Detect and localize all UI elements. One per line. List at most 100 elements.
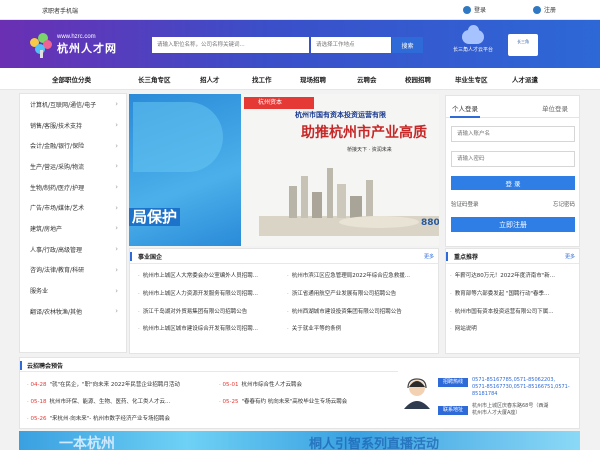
keyword-search-input[interactable] [152, 37, 309, 53]
recommend-panel: 重点推荐 更多 年薪可达80万元！2022年度济南市"新... 教育部等六部委发… [445, 248, 580, 354]
list-item[interactable]: 网站说明 [450, 324, 578, 332]
address-text: 杭州市上城区庆春东路68号（西湖 杭州市人才大厦A座） [472, 403, 549, 416]
category-item[interactable]: 翻译/农林牧渔/其他 › [20, 301, 126, 322]
event-item[interactable]: 05-01杭州市综合性人才云聘会 [219, 380, 302, 388]
list-item[interactable]: 杭州市滨江区应急管理局2022年综合应急救援... [287, 271, 437, 279]
list-item[interactable]: 杭州市上城区人大常委会办公室编外人员招聘... [138, 271, 286, 279]
hotline-numbers: 0571-85167785,0571-85062203, 0571-851677… [472, 377, 570, 397]
forgot-password-link[interactable]: 忘记密码 [553, 200, 575, 208]
nav-graduates[interactable]: 毕业生专区 [455, 74, 488, 84]
register-link[interactable]: 注册 [533, 5, 556, 14]
more-link[interactable]: 更多 [424, 253, 434, 260]
banner-headline: 助推杭州市产业高质 [301, 125, 427, 141]
username-input[interactable] [451, 126, 575, 142]
banner-slogan: 桥接天下 · 资润未来 [347, 147, 392, 153]
chevron-right-icon: › [115, 245, 118, 254]
login-label[interactable]: 登录 [474, 5, 486, 14]
location-select-input[interactable] [311, 37, 391, 53]
panel-title: 重点推荐 [446, 252, 478, 261]
panel-title: 事业国企 [130, 252, 162, 261]
password-input[interactable] [451, 151, 575, 167]
tab-company-login[interactable]: 单位登录 [542, 103, 568, 113]
list-item[interactable]: 杭州市上城区人力资源开发服务有限公司招聘... [138, 289, 286, 297]
code-login-link[interactable]: 验证码登录 [451, 200, 479, 208]
cloud-platform-link[interactable]: 长三角人才云平台 [448, 25, 498, 62]
chevron-right-icon: › [115, 286, 118, 295]
register-label[interactable]: 注册 [544, 5, 556, 14]
category-item[interactable]: 生物/制药/医疗/护理 › [20, 177, 126, 198]
chevron-right-icon: › [115, 141, 118, 150]
list-item[interactable]: 教育部等六部委发起 "国聘行动"春季... [450, 289, 578, 297]
login-link[interactable]: 登录 [463, 5, 486, 14]
category-item[interactable]: 计算机/互联网/通信/电子 › [20, 94, 126, 115]
nav-find-job[interactable]: 找工作 [252, 74, 272, 84]
category-item[interactable]: 建筑/房地产 › [20, 218, 126, 239]
chevron-right-icon: › [115, 183, 118, 192]
section-title: 云招聘会预告 [20, 361, 63, 370]
list-item[interactable]: 杭州西湖城市建设投资集团有限公司招聘公告 [287, 307, 437, 315]
tree-logo-icon [28, 32, 54, 58]
chevron-right-icon: › [115, 121, 118, 130]
list-item[interactable]: 年薪可达80万元！2022年度济南市"新... [450, 271, 578, 279]
cloud-platform-label: 长三角人才云平台 [452, 47, 493, 53]
bottom-banner-text: 桐人引智系列直播活动 [309, 437, 440, 450]
category-item[interactable]: 会计/金融/银行/保险 › [20, 135, 126, 156]
logo-name: 杭州人才网 [57, 42, 117, 55]
event-item[interactable]: 05-25"春春有约 杭向未来"高校毕业生专场云聘会 [219, 397, 347, 405]
shiye-panel: 事业国企 更多 杭州市上城区人大常委会办公室编外人员招聘... 杭州市上城区人力… [129, 248, 439, 354]
list-item[interactable]: 浙江省通用航空产业发展有限公司招聘公告 [287, 289, 437, 297]
event-item[interactable]: 04-28"就"在民企，"职"向未来 2022年民营企业招聘月活动 [27, 380, 180, 388]
chevron-right-icon: › [115, 224, 118, 233]
partner-logo[interactable]: 长三角 [508, 34, 538, 56]
nav-dispatch[interactable]: 人才派遣 [512, 74, 538, 84]
list-item[interactable]: 杭州市上城区城市建设综合开发有限公司招聘... [138, 324, 286, 332]
list-item[interactable]: 浙江千岛湖对外贸易集团有限公司招聘公告 [138, 307, 286, 315]
event-item[interactable]: 05-26"来杭州·向未来"- 杭州市数字经济产业专场招聘会 [27, 414, 170, 422]
nav-yangtze[interactable]: 长三角专区 [138, 74, 171, 84]
chevron-right-icon: › [115, 162, 118, 171]
hotline-label: 招聘热线 [438, 378, 468, 387]
top-bar: 求职者手机端 登录 注册 [0, 0, 600, 20]
nav-all-categories[interactable]: 全部职位分类 [52, 74, 91, 84]
category-item[interactable]: 销售/客服/技术支持 › [20, 115, 126, 136]
search-button[interactable]: 搜索 [392, 37, 423, 53]
mobile-link[interactable]: 求职者手机端 [42, 6, 78, 15]
banner-title: 杭州市国有资本投资运营有限 [295, 111, 386, 119]
nav-cloud-fair[interactable]: 云聘会 [357, 74, 377, 84]
chevron-right-icon: › [115, 265, 118, 274]
login-button[interactable]: 登 录 [451, 176, 575, 190]
chevron-right-icon: › [115, 203, 118, 212]
cloud-icon [462, 25, 484, 44]
site-logo[interactable]: www.hzrc.com 杭州人才网 [28, 28, 128, 62]
bottom-banner-text-left: 一本杭州 [59, 436, 115, 450]
banner-big-text: 局保护 [129, 206, 181, 227]
list-item[interactable]: 关于就业平等的条例 [287, 324, 437, 332]
user-add-icon [533, 5, 541, 14]
nav-campus[interactable]: 校园招聘 [405, 74, 431, 84]
active-tab-indicator [450, 116, 480, 118]
category-item[interactable]: 人事/行政/高级管理 › [20, 239, 126, 260]
more-link[interactable]: 更多 [565, 253, 575, 260]
chevron-right-icon: › [115, 100, 118, 109]
customer-service-icon [404, 378, 430, 409]
banner-carousel[interactable]: 局保护 杭州资本 杭州市国有资本投资运营有限 助推杭州市产业高质 桥接天下 · … [129, 94, 439, 246]
address-label: 联系地址 [438, 406, 468, 415]
hangzhou-capital-logo: 杭州资本 [244, 97, 314, 109]
list-item[interactable]: 杭州市国有资本投资运营有限公司下属... [450, 307, 578, 315]
category-item[interactable]: 广告/市场/媒体/艺术 › [20, 197, 126, 218]
category-item[interactable]: 咨询/法律/教育/科研 › [20, 260, 126, 281]
nav-onsite[interactable]: 现场招聘 [300, 74, 326, 84]
cloud-fair-preview: 云招聘会预告 04-28"就"在民企，"职"向未来 2022年民营企业招聘月活动… [19, 357, 580, 429]
category-sidebar: 计算机/互联网/通信/电子 › 销售/客服/技术支持 › 会计/金融/银行/保险 › … [19, 93, 127, 353]
nav-hire[interactable]: 招人才 [200, 74, 220, 84]
login-panel: 个人登录 单位登录 登 录 验证码登录 忘记密码 立即注册 [445, 95, 580, 247]
partner-label: 长三角 [517, 39, 529, 44]
bottom-banner[interactable]: 一本杭州 桐人引智系列直播活动 [19, 431, 580, 450]
category-item[interactable]: 服务业 › [20, 280, 126, 301]
category-item[interactable]: 生产/营运/采购/物流 › [20, 156, 126, 177]
user-icon [463, 5, 471, 14]
tab-personal-login[interactable]: 个人登录 [452, 103, 478, 113]
main-nav: 全部职位分类 长三角专区 招人才 找工作 现场招聘 云聘会 校园招聘 毕业生专区… [0, 68, 600, 90]
event-item[interactable]: 05-18杭州市环保、能源、生物、医药、化工类人才云... [27, 397, 170, 405]
register-button[interactable]: 立即注册 [451, 217, 575, 232]
